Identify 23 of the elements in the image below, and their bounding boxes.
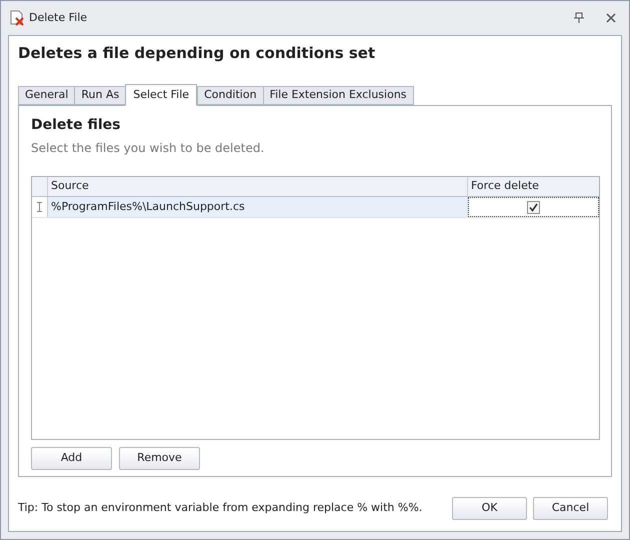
table-row[interactable]: %ProgramFiles%\LaunchSupport.cs [32,197,599,218]
button[interactable]: Remove [119,447,200,470]
checkbox[interactable] [527,200,540,214]
button[interactable]: Cancel [533,497,608,520]
window-title: Delete File [29,10,88,26]
delete-file-icon [9,10,25,26]
tab[interactable]: File Extension Exclusions [262,86,414,105]
tab[interactable]: Run As [74,86,126,105]
column-header[interactable]: Force delete [468,177,599,196]
tab[interactable]: Condition [197,86,264,105]
close-icon[interactable] [605,12,617,24]
tip-text: Tip: To stop an environment variable from expanding replace % with %%. [18,500,424,516]
tab[interactable]: Select File [125,84,198,106]
dialog-heading: Deletes a file depending on conditions set [18,43,376,64]
tab[interactable]: General [18,86,76,105]
column-header[interactable]: Source [48,177,468,196]
text-cursor-icon [37,202,42,212]
table-cell: %ProgramFiles%\LaunchSupport.cs [48,197,468,217]
panel-subtitle: Select the files you wish to be deleted. [31,140,266,157]
button[interactable]: Add [31,447,112,470]
pin-icon[interactable] [573,12,585,24]
button[interactable]: OK [452,497,527,520]
panel-title: Delete files [31,116,122,135]
